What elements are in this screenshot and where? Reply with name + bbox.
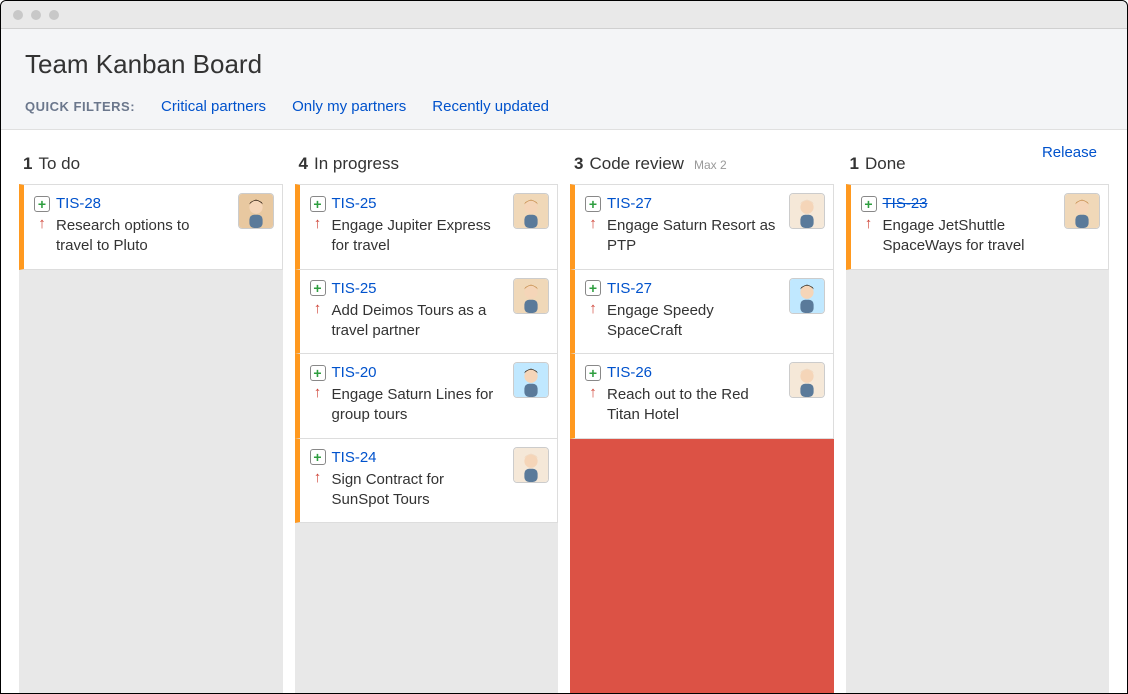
window-close-dot[interactable] [13, 10, 23, 20]
filter-recently-updated[interactable]: Recently updated [432, 98, 549, 115]
priority-icon: ↑ [585, 385, 601, 400]
column-count: 1 [23, 154, 32, 174]
assignee-avatar[interactable] [1064, 193, 1100, 229]
priority-icon: ↑ [585, 301, 601, 316]
story-icon: + [585, 365, 601, 381]
column-code-review: 3 Code review Max 2 + TIS-27 ↑ Engage Satu… [570, 146, 834, 693]
story-icon: + [861, 196, 877, 212]
assignee-avatar[interactable] [238, 193, 274, 229]
priority-icon: ↑ [310, 470, 326, 485]
story-icon: + [310, 449, 326, 465]
priority-icon: ↑ [310, 216, 326, 231]
card[interactable]: + TIS-25 ↑ Add Deimos Tours as a travel … [295, 269, 559, 355]
column-max: Max 2 [694, 158, 727, 172]
column-name: In progress [314, 154, 399, 174]
column-done: 1 Done + TIS-23 ↑ Engage JetShuttle Space… [846, 146, 1110, 693]
column-body[interactable]: + TIS-25 ↑ Engage Jupiter Express for tr… [295, 184, 559, 693]
column-header: 4 In progress [295, 146, 559, 184]
filter-only-my-partners[interactable]: Only my partners [292, 98, 406, 115]
quick-filters: QUICK FILTERS: Critical partners Only my… [25, 98, 1103, 115]
window-max-dot[interactable] [49, 10, 59, 20]
board-title: Team Kanban Board [25, 49, 1103, 80]
assignee-avatar[interactable] [789, 362, 825, 398]
app-window: Team Kanban Board QUICK FILTERS: Critica… [0, 0, 1128, 694]
column-header: 3 Code review Max 2 [570, 146, 834, 184]
board-header: Team Kanban Board QUICK FILTERS: Critica… [1, 29, 1127, 130]
priority-icon: ↑ [585, 216, 601, 231]
column-header: 1 To do [19, 146, 283, 184]
story-icon: + [585, 280, 601, 296]
card[interactable]: + TIS-28 ↑ Research options to travel to… [19, 184, 283, 270]
column-to-do: 1 To do + TIS-28 ↑ Research options to tr… [19, 146, 283, 693]
column-in-progress: 4 In progress + TIS-25 ↑ Engage Jupiter E… [295, 146, 559, 693]
priority-icon: ↑ [310, 385, 326, 400]
priority-icon: ↑ [34, 216, 50, 231]
column-name: Code review [589, 154, 684, 174]
window-titlebar [1, 1, 1127, 29]
card[interactable]: + TIS-24 ↑ Sign Contract for SunSpot Tou… [295, 438, 559, 524]
story-icon: + [310, 196, 326, 212]
card[interactable]: + TIS-27 ↑ Engage Saturn Resort as PTP [570, 184, 834, 270]
card-id[interactable]: TIS-25 [332, 195, 377, 212]
card[interactable]: + TIS-25 ↑ Engage Jupiter Express for tr… [295, 184, 559, 270]
story-icon: + [34, 196, 50, 212]
column-name: To do [38, 154, 80, 174]
assignee-avatar[interactable] [789, 278, 825, 314]
card-id[interactable]: TIS-27 [607, 195, 652, 212]
column-body[interactable]: + TIS-27 ↑ Engage Saturn Resort as PTP +… [570, 184, 834, 693]
card-id[interactable]: TIS-24 [332, 449, 377, 466]
assignee-avatar[interactable] [513, 447, 549, 483]
card[interactable]: + TIS-26 ↑ Reach out to the Red Titan Ho… [570, 353, 834, 439]
column-count: 1 [850, 154, 859, 174]
assignee-avatar[interactable] [789, 193, 825, 229]
assignee-avatar[interactable] [513, 193, 549, 229]
card[interactable]: + TIS-20 ↑ Engage Saturn Lines for group… [295, 353, 559, 439]
column-count: 4 [299, 154, 308, 174]
assignee-avatar[interactable] [513, 362, 549, 398]
card-id[interactable]: TIS-28 [56, 195, 101, 212]
column-body[interactable]: + TIS-28 ↑ Research options to travel to… [19, 184, 283, 693]
card-id[interactable]: TIS-27 [607, 280, 652, 297]
story-icon: + [310, 280, 326, 296]
card-id[interactable]: TIS-23 [883, 195, 928, 212]
card-id[interactable]: TIS-26 [607, 364, 652, 381]
card-id[interactable]: TIS-25 [332, 280, 377, 297]
assignee-avatar[interactable] [513, 278, 549, 314]
story-icon: + [585, 196, 601, 212]
release-link[interactable]: Release [1042, 144, 1097, 161]
window-min-dot[interactable] [31, 10, 41, 20]
board: Release 1 To do + TIS-28 ↑ Research optio… [1, 130, 1127, 693]
card[interactable]: + TIS-27 ↑ Engage Speedy SpaceCraft [570, 269, 834, 355]
card-id[interactable]: TIS-20 [332, 364, 377, 381]
column-count: 3 [574, 154, 583, 174]
priority-icon: ↑ [861, 216, 877, 231]
column-body[interactable]: + TIS-23 ↑ Engage JetShuttle SpaceWays f… [846, 184, 1110, 693]
filter-critical-partners[interactable]: Critical partners [161, 98, 266, 115]
filters-label: QUICK FILTERS: [25, 99, 135, 114]
column-name: Done [865, 154, 906, 174]
card[interactable]: + TIS-23 ↑ Engage JetShuttle SpaceWays f… [846, 184, 1110, 270]
story-icon: + [310, 365, 326, 381]
priority-icon: ↑ [310, 301, 326, 316]
